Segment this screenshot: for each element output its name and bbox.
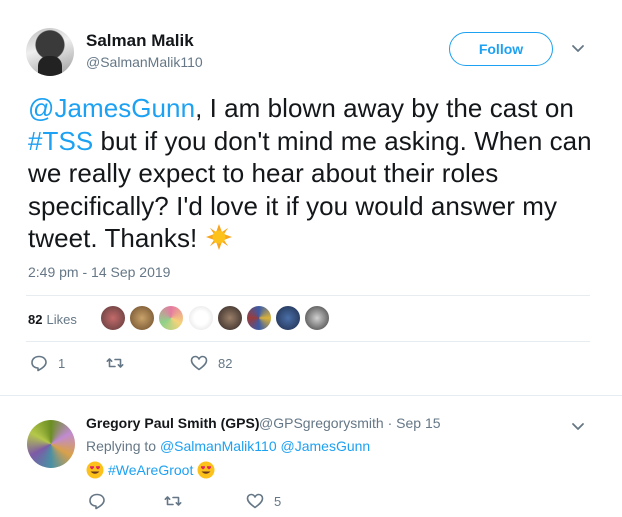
tweet-timestamp[interactable]: 2:49 pm - 14 Sep 2019 [28,264,170,280]
liker-avatar[interactable] [187,305,214,331]
reply-actions: 5 [88,492,388,512]
reply-author-handle[interactable]: @GPSgregorysmith [259,415,384,431]
hashtag-link[interactable]: #TSS [28,126,93,156]
chevron-down-icon[interactable] [570,418,586,434]
liker-avatar[interactable] [245,305,272,331]
like-count: 5 [274,493,282,509]
tweet-text-part: but if you don't mind me asking. When ca… [28,125,592,254]
likes-summary[interactable]: 82 Likes [28,304,77,334]
reply-text: #WeAreGroot [86,461,215,479]
reply-date[interactable]: Sep 15 [396,415,440,431]
liker-avatars [100,305,334,331]
like-icon [246,493,264,509]
reply-author-name[interactable]: Gregory Paul Smith (GPS) [86,415,259,431]
divider [26,295,590,296]
liker-avatar[interactable] [158,305,185,331]
sun-emoji-icon [205,224,232,250]
follow-button[interactable]: Follow [449,32,553,66]
like-button[interactable]: 5 [246,492,281,510]
likes-label: Likes [46,311,77,327]
liker-avatar[interactable] [275,305,302,331]
liker-avatar[interactable] [100,305,126,331]
reply-icon [31,355,47,372]
reply-icon [89,493,105,510]
tweet-text: @JamesGunn, I am blown away by the cast … [28,92,603,255]
author-handle[interactable]: @SalmanMalik110 [86,54,203,70]
retweet-icon [106,358,124,368]
retweet-button[interactable] [106,354,134,372]
retweet-icon [164,496,182,506]
tweet-text-part: , I am blown away by the cast on [195,93,574,123]
reply-button[interactable] [88,492,116,510]
author-avatar[interactable] [26,28,74,76]
main-tweet: Salman Malik @SalmanMalik110 Follow @Jam… [0,0,622,395]
reply-button[interactable]: 1 [30,354,65,372]
liker-avatar[interactable] [216,305,243,331]
replying-to-mention[interactable]: @JamesGunn [281,438,371,454]
like-count: 82 [218,355,233,371]
replying-to-mention[interactable]: @SalmanMalik110 [160,438,277,454]
liker-avatar[interactable] [129,305,156,331]
hashtag-link[interactable]: #WeAreGroot [108,462,193,478]
heart-eyes-emoji-icon [197,461,215,479]
reply-author-avatar[interactable] [27,420,75,468]
reply-count: 1 [58,355,66,371]
reply-meta: @GPSgregorysmith · Sep 15 [259,415,441,431]
like-button[interactable]: 82 [190,354,232,372]
retweet-button[interactable] [164,492,192,510]
author-name[interactable]: Salman Malik [86,31,194,51]
liker-avatar[interactable] [304,305,331,331]
separator: · [387,415,393,431]
like-icon [190,355,208,371]
replying-to: Replying to @SalmanMalik110 @JamesGunn [86,438,370,454]
likes-count: 82 [28,311,43,327]
chevron-down-icon[interactable] [570,40,586,56]
heart-eyes-emoji-icon [86,461,104,479]
replying-to-label: Replying to [86,438,157,454]
tweet-actions: 1 82 [30,354,330,378]
divider [26,341,590,342]
mention-link[interactable]: @JamesGunn [28,93,195,123]
